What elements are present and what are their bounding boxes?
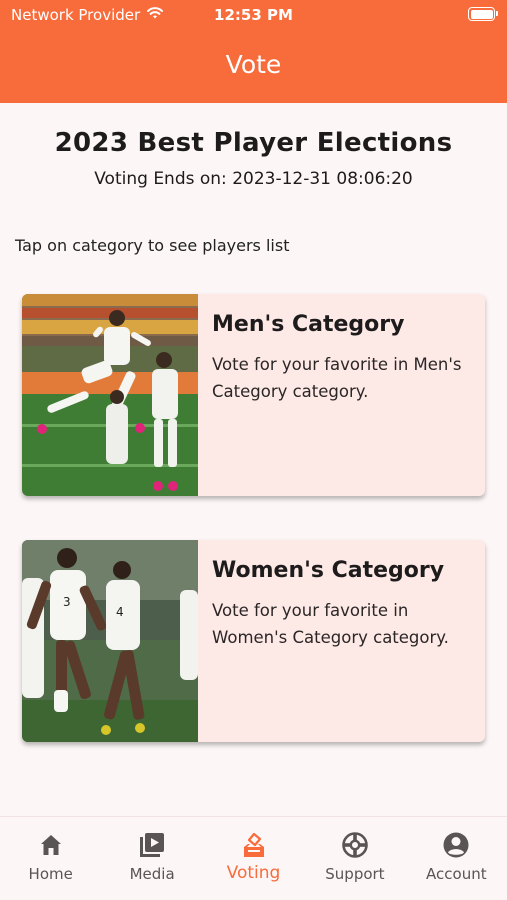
media-icon bbox=[140, 833, 165, 857]
category-description: Vote for your favorite in Women's Catego… bbox=[212, 601, 449, 647]
nav-item-support[interactable]: Support bbox=[304, 817, 405, 900]
nav-label: Support bbox=[325, 865, 385, 883]
nav-label: Voting bbox=[226, 863, 281, 883]
battery-icon bbox=[468, 7, 498, 21]
category-card-body: Men's Category Vote for your favorite in… bbox=[212, 312, 471, 405]
category-card-women[interactable]: 3 4 Women's Category Vote for your favor… bbox=[22, 540, 485, 742]
support-icon bbox=[342, 832, 368, 858]
category-description: Vote for your favorite in Men's Category… bbox=[212, 355, 462, 401]
category-card-men[interactable]: Men's Category Vote for your favorite in… bbox=[22, 294, 485, 496]
category-title: Women's Category bbox=[212, 558, 445, 583]
nav-label: Home bbox=[28, 865, 73, 883]
svg-text:3: 3 bbox=[63, 595, 71, 609]
page-title: Vote bbox=[225, 50, 282, 79]
voting-end-date: Voting Ends on: 2023-12-31 08:06:20 bbox=[94, 169, 413, 189]
nav-item-voting[interactable]: Voting bbox=[203, 817, 304, 900]
category-title: Men's Category bbox=[212, 312, 405, 337]
election-title: 2023 Best Player Elections bbox=[54, 128, 453, 158]
nav-item-media[interactable]: Media bbox=[101, 817, 202, 900]
status-bar: Network Provider 12:53 PM bbox=[0, 0, 507, 32]
nav-item-home[interactable]: Home bbox=[0, 817, 101, 900]
men-team-photo bbox=[22, 294, 198, 496]
voting-icon bbox=[243, 832, 264, 857]
app-header: Network Provider 12:53 PM Vote bbox=[0, 0, 507, 103]
category-card-body: Women's Category Vote for your favorite … bbox=[212, 558, 471, 651]
women-team-photo: 3 4 bbox=[22, 540, 198, 742]
status-time: 12:53 PM bbox=[214, 6, 293, 24]
account-icon bbox=[443, 832, 469, 858]
nav-label: Account bbox=[426, 865, 487, 883]
instruction-text: Tap on category to see players list bbox=[15, 236, 290, 255]
app-screen: Network Provider 12:53 PM Vote 2023 Best… bbox=[0, 0, 507, 900]
nav-label: Media bbox=[129, 865, 175, 883]
svg-text:4: 4 bbox=[116, 605, 124, 619]
home-icon bbox=[40, 835, 61, 855]
nav-item-account[interactable]: Account bbox=[406, 817, 507, 900]
bottom-navigation: Home Media Voting Support Account bbox=[0, 816, 507, 900]
